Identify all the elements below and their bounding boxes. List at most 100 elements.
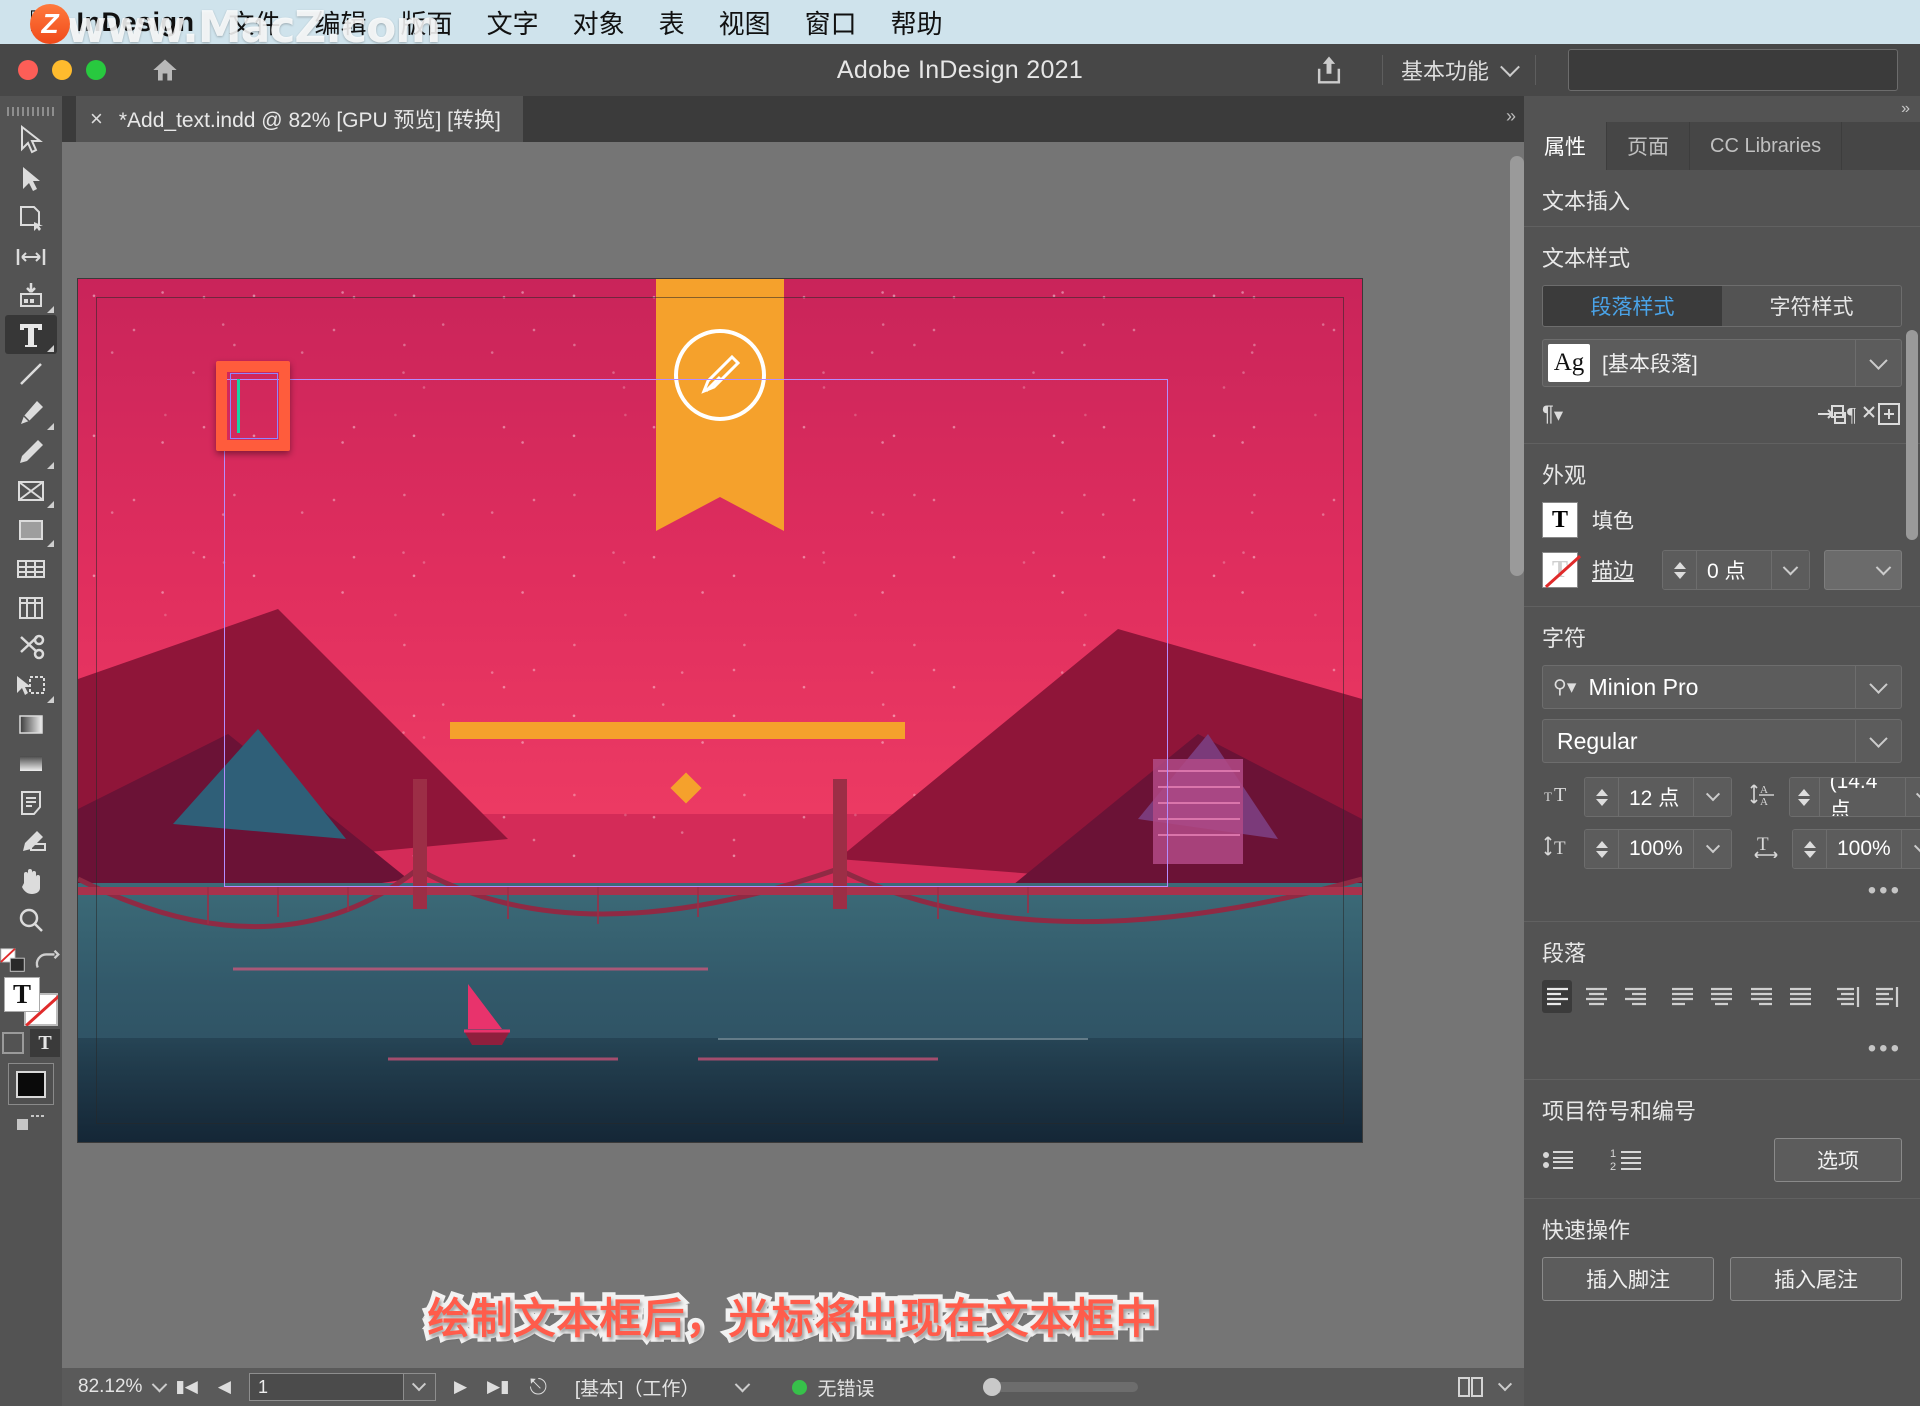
free-transform-tool[interactable] (5, 666, 57, 705)
prev-page-icon[interactable]: ◀ (208, 1377, 241, 1397)
leading-arrows[interactable] (1789, 778, 1820, 816)
vertical-scale-arrows[interactable] (1585, 830, 1619, 868)
vertical-scale-chevron-down-icon[interactable] (1693, 830, 1731, 868)
page-view-icon[interactable] (1458, 1376, 1484, 1398)
insert-footnote-button[interactable]: 插入脚注 (1542, 1257, 1714, 1301)
maximize-window-button[interactable] (86, 60, 106, 80)
stroke-row[interactable]: T 描边 0 点 (1542, 550, 1902, 590)
pencil-tool[interactable] (5, 432, 57, 471)
content-collector-tool[interactable] (5, 276, 57, 315)
minimize-window-button[interactable] (52, 60, 72, 80)
column-tool[interactable] (5, 588, 57, 627)
line-tool[interactable] (5, 354, 57, 393)
stroke-weight-value[interactable]: 0 点 (1697, 551, 1771, 589)
share-icon[interactable] (1314, 54, 1344, 86)
align-away-spine-icon[interactable] (1872, 980, 1902, 1013)
gradient-feather-tool[interactable] (5, 744, 57, 783)
menu-item-table[interactable]: 表 (659, 4, 685, 41)
vertical-scale-stepper[interactable]: 100% (1584, 829, 1732, 869)
align-right-icon[interactable] (1620, 980, 1650, 1013)
font-size-value[interactable]: 12 点 (1619, 778, 1693, 816)
gradient-swatch-tool[interactable] (5, 705, 57, 744)
menu-item-type[interactable]: 文字 (487, 4, 539, 41)
page-dropdown-button[interactable] (403, 1373, 436, 1401)
fill-row[interactable]: T 填色 (1542, 502, 1902, 538)
apply-next-style-icon[interactable] (1816, 401, 1846, 427)
numbered-list-icon[interactable]: 1 2 (1610, 1147, 1644, 1173)
status-progress-slider[interactable] (983, 1378, 1139, 1396)
paragraph-icon[interactable]: ¶▾ (1542, 401, 1563, 427)
horizontal-scale-stepper[interactable]: 100% (1792, 829, 1920, 869)
stroke-color-chip[interactable]: T (1542, 552, 1578, 588)
paragraph-style-selector[interactable]: Ag [基本段落] (1542, 339, 1902, 387)
stroke-type-select[interactable] (1824, 550, 1902, 590)
master-chevron-down-icon[interactable] (735, 1376, 751, 1392)
zoom-level[interactable]: 82.12% (78, 1376, 142, 1398)
page-tool[interactable] (5, 198, 57, 237)
type-tool[interactable] (5, 315, 57, 354)
menu-item-layout[interactable]: 版面 (401, 4, 453, 41)
leading-value[interactable]: (14.4 点 (1819, 778, 1906, 816)
document-tab[interactable]: × *Add_text.indd @ 82% [GPU 预览] [转换] (76, 96, 523, 142)
preflight-icon[interactable]: ⎋ (519, 1374, 556, 1400)
collapse-panel-icon[interactable]: » (1506, 106, 1516, 127)
stroke-weight-stepper[interactable]: 0 点 (1662, 550, 1810, 590)
next-page-icon[interactable]: ▶ (444, 1377, 477, 1397)
menu-item-help[interactable]: 帮助 (891, 4, 943, 41)
chevron-down-icon[interactable] (1500, 57, 1520, 78)
zoom-tool[interactable] (5, 900, 57, 939)
menu-item-view[interactable]: 视图 (719, 4, 771, 41)
menu-item-window[interactable]: 窗口 (805, 4, 857, 41)
format-container-button[interactable] (2, 1032, 24, 1054)
frame-tool[interactable] (5, 471, 57, 510)
horizontal-scale-value[interactable]: 100% (1827, 830, 1901, 868)
close-window-button[interactable] (18, 60, 38, 80)
leading-control[interactable]: AA (14.4 点 (1750, 777, 1920, 817)
segment-character-style[interactable]: 字符样式 (1722, 286, 1901, 326)
stroke-label[interactable]: 描边 (1592, 555, 1634, 585)
font-family-chevron-down-icon[interactable] (1855, 666, 1901, 708)
align-center-icon[interactable] (1581, 980, 1611, 1013)
justify-last-center-icon[interactable] (1707, 980, 1737, 1013)
new-style-icon[interactable] (1876, 401, 1902, 427)
insert-endnote-button[interactable]: 插入尾注 (1730, 1257, 1902, 1301)
pen-tool[interactable] (5, 393, 57, 432)
paragraph-more-options-icon[interactable]: ••• (1542, 1035, 1902, 1063)
font-style-field[interactable]: Regular (1542, 719, 1902, 763)
document-page[interactable] (78, 279, 1362, 1142)
horizontal-scale-chevron-down-icon[interactable] (1901, 830, 1920, 868)
home-icon[interactable] (150, 56, 180, 84)
vertical-scale-control[interactable]: T 100% (1542, 829, 1732, 869)
align-toward-spine-icon[interactable] (1833, 980, 1863, 1013)
view-chevron-down-icon[interactable] (1497, 1377, 1513, 1392)
swap-fill-stroke-icon[interactable] (34, 948, 62, 974)
stroke-weight-chevron-down-icon[interactable] (1771, 551, 1809, 589)
clear-overrides-icon[interactable]: ¶ (1846, 401, 1876, 427)
align-left-icon[interactable] (1542, 980, 1573, 1013)
character-more-options-icon[interactable]: ••• (1542, 877, 1902, 905)
horizontal-scale-control[interactable]: T 100% (1750, 829, 1920, 869)
eyedropper-tool[interactable] (5, 822, 57, 861)
direct-selection-tool[interactable] (5, 159, 57, 198)
selection-tool[interactable] (5, 120, 57, 159)
tab-pages[interactable]: 页面 (1607, 122, 1690, 170)
justify-all-icon[interactable] (1785, 980, 1815, 1013)
bullets-options-button[interactable]: 选项 (1774, 1138, 1902, 1182)
preflight-status-label[interactable]: 无错误 (817, 1374, 874, 1401)
formatting-target-row[interactable]: T (0, 1029, 62, 1057)
format-text-button[interactable]: T (30, 1029, 60, 1057)
window-controls[interactable] (18, 60, 106, 80)
table-tool[interactable] (5, 549, 57, 588)
stroke-weight-arrows[interactable] (1663, 551, 1697, 589)
leading-stepper[interactable]: (14.4 点 (1788, 777, 1920, 817)
leading-chevron-down-icon[interactable] (1905, 778, 1920, 816)
font-size-control[interactable]: TT 12 点 (1542, 777, 1732, 817)
screen-mode-icon[interactable] (15, 1113, 47, 1131)
search-input[interactable] (1568, 49, 1898, 91)
bulleted-list-icon[interactable] (1542, 1147, 1576, 1173)
font-size-arrows[interactable] (1585, 778, 1619, 816)
search-icon[interactable]: ⚲▾ (1543, 676, 1582, 699)
toolbar-drag-handle[interactable] (0, 102, 62, 120)
scissors-tool[interactable] (5, 627, 57, 666)
fill-stroke-shortcut-row[interactable] (0, 947, 62, 975)
